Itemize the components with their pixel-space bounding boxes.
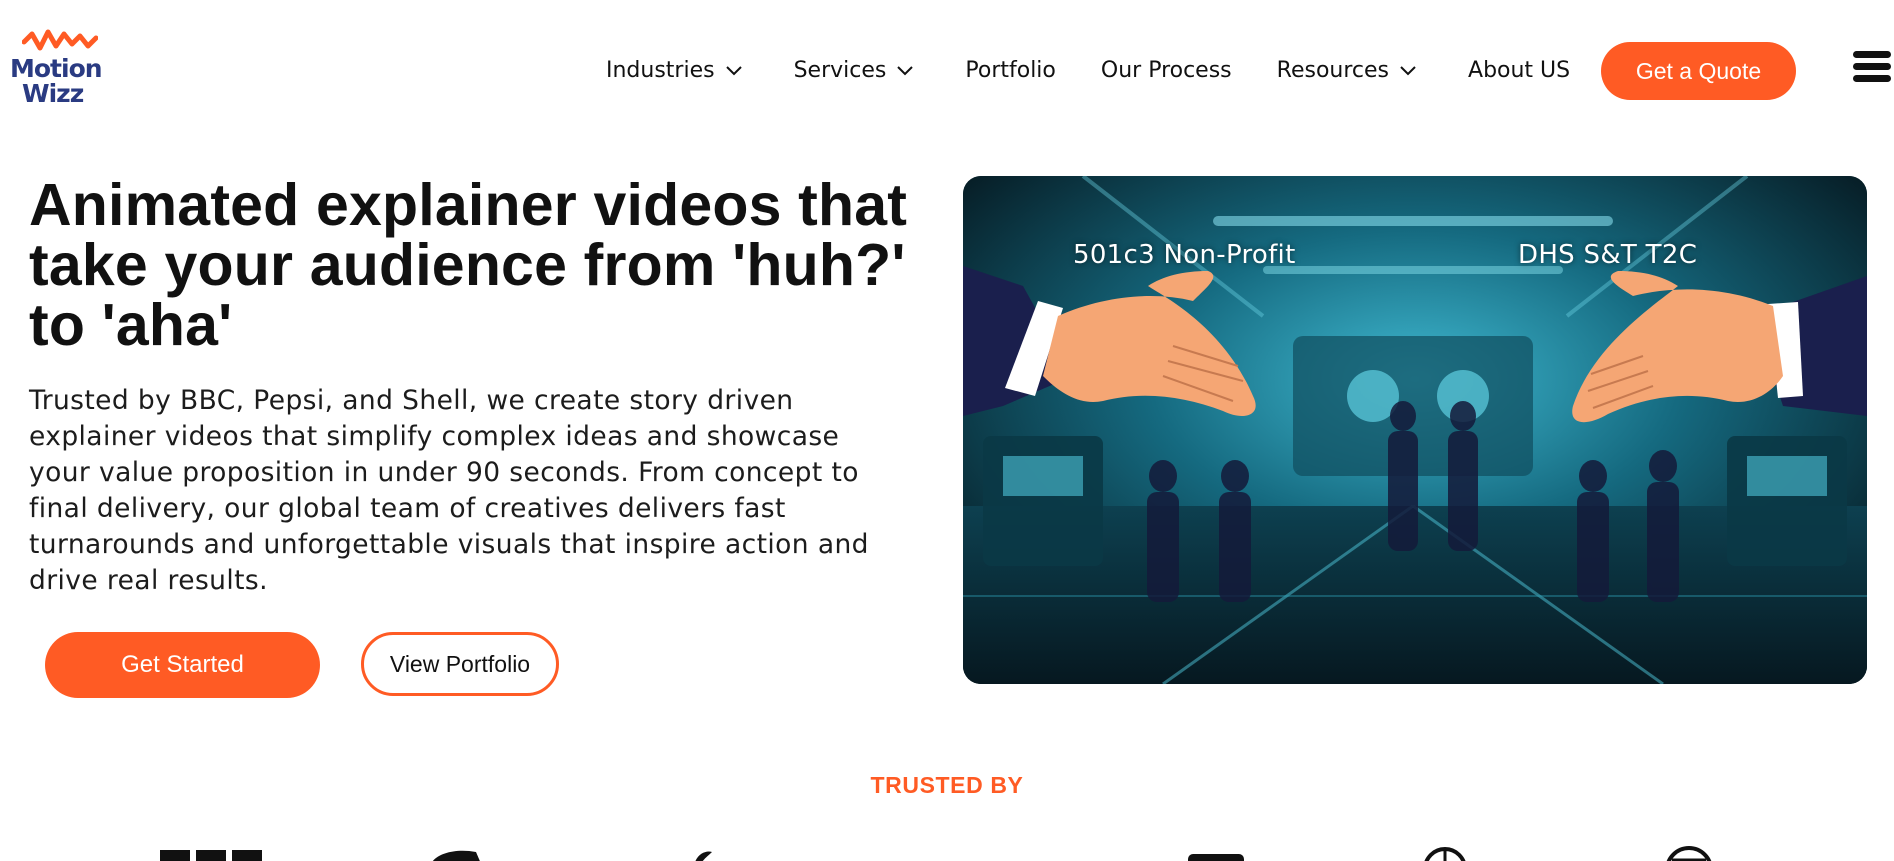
- nav-item-label: Portfolio: [965, 57, 1056, 83]
- nav-item-label: Resources: [1276, 57, 1390, 83]
- nav-item-label: Our Process: [1100, 57, 1232, 83]
- menu-bar: [1853, 63, 1891, 70]
- nav-item-portfolio[interactable]: Portfolio: [965, 58, 1056, 83]
- chevron-down-icon: [1400, 66, 1416, 76]
- nav-item-about-us[interactable]: About US: [1468, 58, 1570, 83]
- view-portfolio-button[interactable]: View Portfolio: [361, 632, 559, 696]
- nav-item-label: Industries: [606, 57, 715, 83]
- main-nav: Industries Services Portfolio Our Proces…: [606, 56, 1570, 84]
- nav-item-services[interactable]: Services: [794, 58, 916, 83]
- nav-item-resources[interactable]: Resources: [1277, 58, 1418, 83]
- hero-description: Trusted by BBC, Pepsi, and Shell, we cre…: [29, 385, 869, 596]
- nav-item-label: About US: [1468, 57, 1571, 83]
- brand-logo[interactable]: Motion Wizz: [10, 28, 106, 118]
- bbc-logo-icon: [160, 850, 262, 861]
- trusted-by-heading: TRUSTED BY: [870, 772, 1024, 798]
- menu-bar: [1853, 51, 1891, 58]
- nav-item-label: Services: [793, 57, 887, 83]
- client-logo-icon: [1424, 847, 1466, 861]
- client-logo-icon: [433, 850, 480, 861]
- client-logo-icon: [1666, 846, 1712, 861]
- hero-title: Animated explainer videos that take your…: [29, 172, 908, 358]
- client-logo-icon: [695, 851, 712, 861]
- image-label-dhs: DHS S&T T2C: [1518, 240, 1698, 270]
- client-logos-row: [0, 840, 1894, 861]
- wave-logo-icon: [22, 29, 98, 51]
- chevron-down-icon: [725, 66, 742, 76]
- brand-name: Motion Wizz: [10, 56, 106, 106]
- menu-bar: [1853, 75, 1891, 82]
- nav-item-our-process[interactable]: Our Process: [1101, 58, 1232, 83]
- get-started-button[interactable]: Get Started: [45, 632, 320, 698]
- hamburger-menu-icon[interactable]: [1853, 51, 1891, 85]
- nav-item-industries[interactable]: Industries: [606, 58, 744, 83]
- client-logo-icon: [1188, 854, 1244, 861]
- brand-name-line2: Wizz: [22, 79, 84, 108]
- image-label-non-profit: 501c3 Non-Profit: [1073, 240, 1296, 270]
- brand-name-line1: Motion: [10, 54, 103, 83]
- get-a-quote-button[interactable]: Get a Quote: [1601, 42, 1796, 100]
- chevron-down-icon: [897, 66, 914, 76]
